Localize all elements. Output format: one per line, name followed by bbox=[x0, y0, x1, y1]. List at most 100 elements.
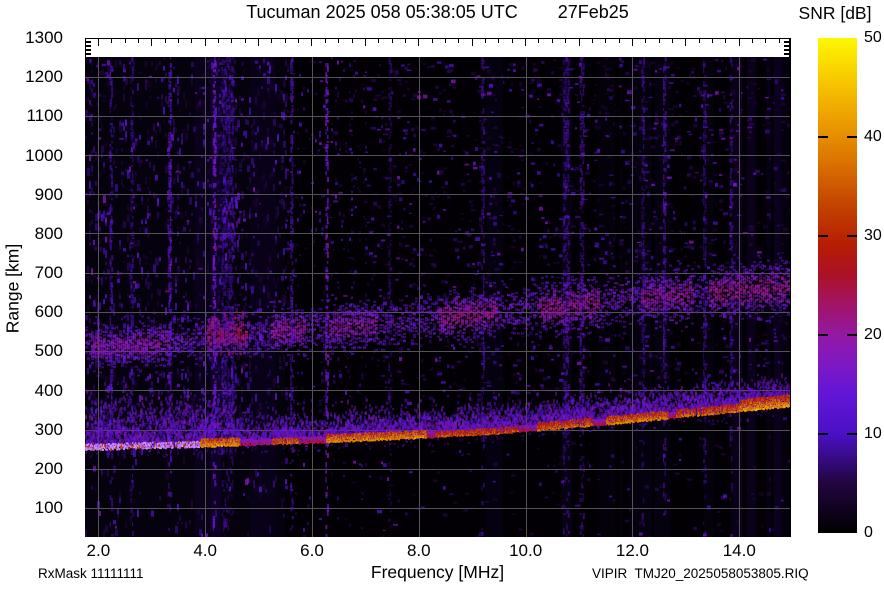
colorbar-tick-mark bbox=[847, 433, 857, 435]
rx-mask-label: RxMask 11111111 bbox=[38, 566, 144, 581]
plot-title-row: Tucuman 2025 058 05:38:05 UTC 27Feb25 bbox=[85, 2, 790, 23]
colorbar-tick-label-40: 40 bbox=[864, 128, 882, 146]
y-tick-label-900: 900 bbox=[0, 185, 63, 204]
x-major-tick bbox=[311, 39, 312, 46]
colorbar-tick-label-30: 30 bbox=[864, 227, 882, 245]
x-major-tick bbox=[98, 39, 99, 46]
y-tick-label-1100: 1100 bbox=[0, 106, 63, 125]
colorbar-tick-label-50: 50 bbox=[864, 29, 882, 47]
x-minor-tick bbox=[125, 39, 126, 43]
file-name-label: VIPIR TMJ20_2025058053805.RIQ bbox=[592, 566, 809, 581]
x-minor-tick bbox=[779, 39, 780, 43]
x-minor-tick bbox=[338, 39, 339, 43]
x-major-tick bbox=[685, 39, 686, 46]
x-tick-label-12: 12.0 bbox=[602, 541, 662, 560]
y-minor-tick-left bbox=[86, 41, 91, 43]
x-minor-tick bbox=[725, 39, 726, 43]
x-minor-tick bbox=[352, 39, 353, 43]
colorbar-tick-mark bbox=[847, 136, 857, 138]
x-minor-tick bbox=[458, 39, 459, 43]
y-tick-label-100: 100 bbox=[0, 498, 63, 517]
y-tick-label-800: 800 bbox=[0, 224, 63, 243]
y-minor-tick-right bbox=[784, 41, 789, 43]
colorbar-tick-label-10: 10 bbox=[864, 425, 882, 443]
y-tick-label-1000: 1000 bbox=[0, 146, 63, 165]
x-minor-tick bbox=[752, 39, 753, 43]
x-minor-tick bbox=[392, 39, 393, 43]
y-tick-label-1300: 1300 bbox=[0, 28, 63, 47]
ionogram-heatmap-canvas bbox=[85, 57, 790, 537]
x-minor-tick bbox=[592, 39, 593, 43]
x-minor-tick bbox=[405, 39, 406, 43]
x-tick-label-8: 8.0 bbox=[389, 541, 449, 560]
x-minor-tick bbox=[672, 39, 673, 43]
y-tick-label-200: 200 bbox=[0, 459, 63, 478]
x-minor-tick bbox=[245, 39, 246, 43]
x-minor-tick bbox=[605, 39, 606, 43]
colorbar-tick-mark bbox=[818, 433, 828, 435]
x-minor-tick bbox=[699, 39, 700, 43]
x-minor-tick bbox=[765, 39, 766, 43]
x-minor-tick bbox=[178, 39, 179, 43]
colorbar-tick-mark bbox=[847, 235, 857, 237]
x-tick-label-4: 4.0 bbox=[175, 541, 235, 560]
x-major-tick bbox=[739, 39, 740, 46]
y-axis-label: Range [km] bbox=[3, 229, 24, 349]
y-tick-label-700: 700 bbox=[0, 263, 63, 282]
y-tick-label-1200: 1200 bbox=[0, 67, 63, 86]
x-major-tick bbox=[205, 39, 206, 46]
x-major-tick bbox=[258, 39, 259, 46]
x-minor-tick bbox=[165, 39, 166, 43]
x-minor-tick bbox=[271, 39, 272, 43]
x-major-tick bbox=[525, 39, 526, 46]
x-major-tick bbox=[579, 39, 580, 46]
x-minor-tick bbox=[218, 39, 219, 43]
ionogram-page: Tucuman 2025 058 05:38:05 UTC 27Feb25 SN… bbox=[0, 0, 884, 595]
colorbar-title: SNR [dB] bbox=[786, 3, 884, 24]
x-major-tick bbox=[632, 39, 633, 46]
x-minor-tick bbox=[138, 39, 139, 43]
x-minor-tick bbox=[512, 39, 513, 43]
x-minor-tick bbox=[432, 39, 433, 43]
x-tick-label-6: 6.0 bbox=[282, 541, 342, 560]
y-minor-tick-left bbox=[86, 57, 91, 59]
plot-title: Tucuman 2025 058 05:38:05 UTC bbox=[246, 2, 518, 23]
x-major-tick bbox=[472, 39, 473, 46]
x-tick-label-2: 2.0 bbox=[68, 541, 128, 560]
x-minor-tick bbox=[552, 39, 553, 43]
x-minor-tick bbox=[231, 39, 232, 43]
x-minor-tick bbox=[298, 39, 299, 43]
y-minor-tick-right bbox=[784, 49, 789, 51]
x-minor-tick bbox=[565, 39, 566, 43]
colorbar-tick-mark bbox=[847, 334, 857, 336]
y-minor-tick-right bbox=[784, 57, 789, 59]
colorbar-tick-mark bbox=[818, 136, 828, 138]
y-tick-label-400: 400 bbox=[0, 381, 63, 400]
x-tick-label-10: 10.0 bbox=[496, 541, 556, 560]
x-minor-tick bbox=[111, 39, 112, 43]
y-minor-tick-right bbox=[784, 53, 789, 55]
x-tick-label-14: 14.0 bbox=[709, 541, 769, 560]
x-minor-tick bbox=[538, 39, 539, 43]
x-minor-tick bbox=[325, 39, 326, 43]
x-minor-tick bbox=[485, 39, 486, 43]
x-minor-tick bbox=[619, 39, 620, 43]
x-minor-tick bbox=[378, 39, 379, 43]
y-tick-label-600: 600 bbox=[0, 302, 63, 321]
x-major-tick bbox=[151, 39, 152, 46]
x-minor-tick bbox=[659, 39, 660, 43]
y-tick-label-500: 500 bbox=[0, 341, 63, 360]
colorbar-tick-mark bbox=[818, 235, 828, 237]
x-major-tick bbox=[365, 39, 366, 46]
x-minor-tick bbox=[191, 39, 192, 43]
plot-date: 27Feb25 bbox=[558, 2, 629, 23]
y-tick-label-300: 300 bbox=[0, 420, 63, 439]
x-minor-tick bbox=[498, 39, 499, 43]
y-minor-tick-right bbox=[784, 45, 789, 47]
x-minor-tick bbox=[445, 39, 446, 43]
colorbar-tick-label-20: 20 bbox=[864, 326, 882, 344]
x-minor-tick bbox=[645, 39, 646, 43]
x-minor-tick bbox=[285, 39, 286, 43]
x-minor-tick bbox=[712, 39, 713, 43]
colorbar-tick-label-0: 0 bbox=[864, 524, 873, 542]
